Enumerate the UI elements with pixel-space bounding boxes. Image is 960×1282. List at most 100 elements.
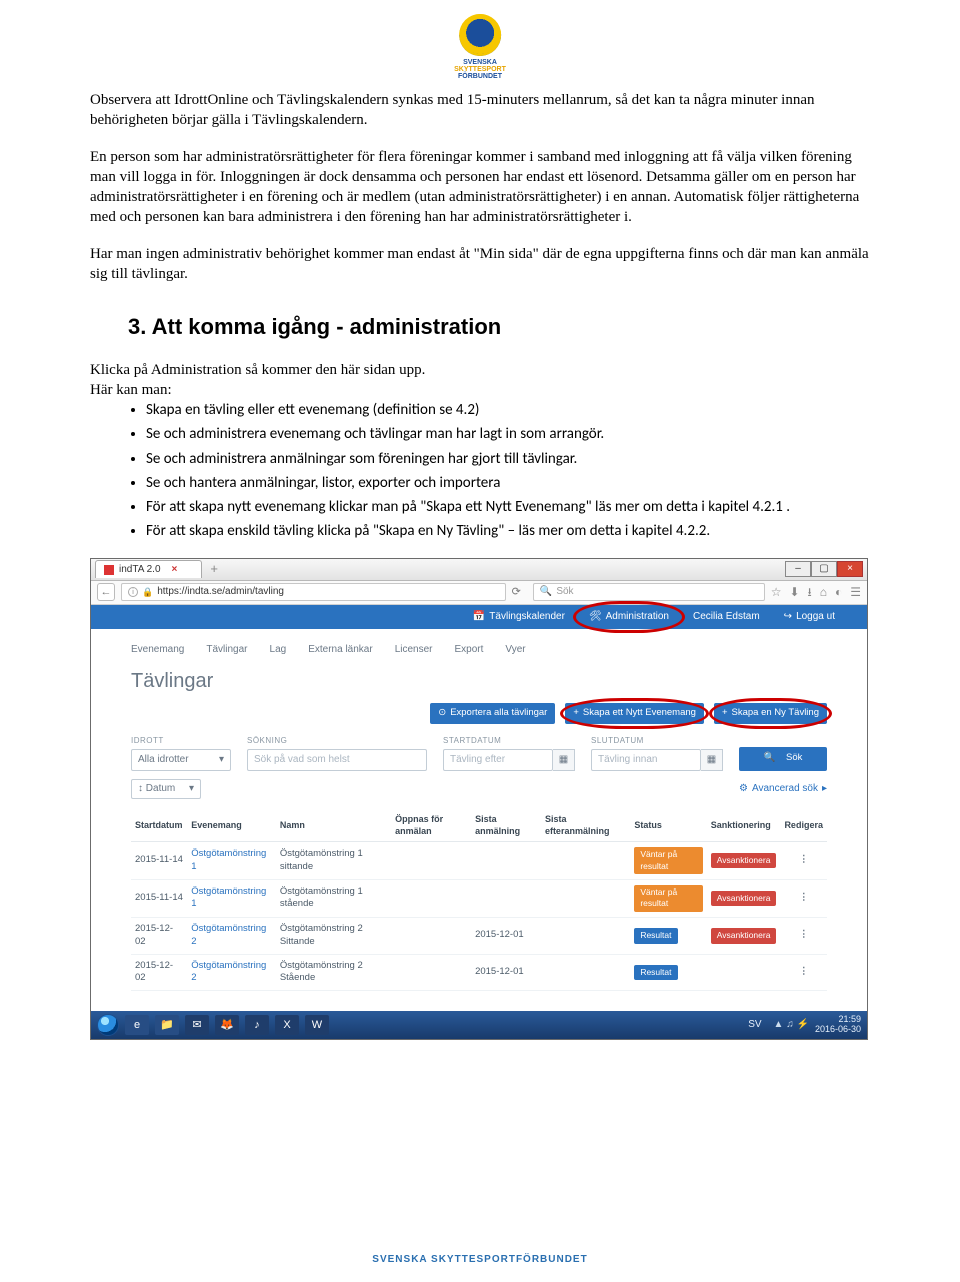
end-date-input[interactable]: Tävling innan (591, 749, 701, 771)
th-namn[interactable]: Namn (276, 809, 391, 842)
lock-icon: 🔒 (142, 586, 153, 598)
tab-close-icon[interactable]: × (172, 563, 178, 577)
th-status[interactable]: Status (630, 809, 706, 842)
nav-item[interactable]: Evenemang (131, 643, 184, 657)
th-oppnas[interactable]: Öppnas för anmälan (391, 809, 471, 842)
home-icon[interactable]: ⌂ (820, 584, 827, 600)
back-button[interactable]: ← (97, 583, 115, 601)
toolbar-icons: ☆ ⬇ ⭳ ⌂ ◐ ☰ (771, 584, 861, 600)
row-menu-button[interactable]: ⋮ (780, 954, 827, 991)
taskbar-icon-word[interactable]: W (305, 1015, 329, 1035)
list-item: Se och administrera evenemang och tävlin… (146, 424, 870, 444)
list-item: Se och hantera anmälningar, listor, expo… (146, 473, 870, 493)
close-button[interactable]: × (837, 561, 863, 577)
start-date-input[interactable]: Tävling efter (443, 749, 553, 771)
create-competition-button[interactable]: +Skapa en Ny Tävling (714, 703, 827, 724)
th-startdatum[interactable]: Startdatum (131, 809, 187, 842)
cell-status: Resultat (630, 917, 706, 954)
cell-sank[interactable]: Avsanktionera (707, 842, 781, 880)
table-row: 2015-12-02 Östgötamönstring 2 Östgötamön… (131, 917, 827, 954)
th-sanktionering[interactable]: Sanktionering (707, 809, 781, 842)
advanced-search-link[interactable]: ⚙Avancerad sök ▸ (739, 782, 827, 796)
nav-logout[interactable]: ↪ Logga ut (772, 605, 847, 629)
calendar-icon[interactable]: ▦ (553, 749, 575, 771)
taskbar-icon-firefox[interactable]: 🦊 (215, 1015, 239, 1035)
cell-open (391, 842, 471, 880)
new-tab-button[interactable]: + (210, 560, 218, 578)
logout-icon: ↪ (784, 610, 792, 624)
nav-item[interactable]: Externa länkar (308, 643, 372, 657)
cell-last (471, 880, 541, 918)
cell-event[interactable]: Östgötamönstring 2 (187, 917, 276, 954)
section-heading-3: 3. Att komma igång - administration (128, 312, 870, 342)
taskbar-icon-itunes[interactable]: ♪ (245, 1015, 269, 1035)
language-indicator[interactable]: SV (748, 1018, 761, 1032)
menu-icon[interactable]: ☰ (850, 584, 861, 600)
refresh-button[interactable]: ⟳ (512, 585, 521, 600)
start-orb[interactable] (97, 1014, 119, 1036)
minimize-button[interactable]: – (785, 561, 811, 577)
taskbar-icon-explorer[interactable]: 📁 (155, 1015, 179, 1035)
cell-sank[interactable]: Avsanktionera (707, 917, 781, 954)
taskbar-clock[interactable]: 21:59 2016-06-30 (815, 1015, 861, 1035)
cell-date: 2015-12-02 (131, 917, 187, 954)
th-redigera[interactable]: Redigera (780, 809, 827, 842)
row-menu-button[interactable]: ⋮ (780, 917, 827, 954)
cell-sank[interactable] (707, 954, 781, 991)
maximize-button[interactable]: ▢ (811, 561, 837, 577)
taskbar-icon-ie[interactable]: e (125, 1015, 149, 1035)
nav-item[interactable]: Tävlingar (206, 643, 247, 657)
list-item: För att skapa nytt evenemang klickar man… (146, 497, 870, 517)
export-all-button[interactable]: ⊙Exportera alla tävlingar (430, 703, 555, 724)
logo-emblem: SVENSKA SKYTTESPORT FÖRBUNDET (454, 14, 506, 80)
filter-label-idrott: IDROTT (131, 736, 231, 747)
nav-item[interactable]: Licenser (395, 643, 433, 657)
site-top-nav: 📅 Tävlingskalender 🛠 Administration Ceci… (91, 605, 867, 629)
paragraph-3: Har man ingen administrativ behörighet k… (90, 244, 870, 285)
taskbar-icon-outlook[interactable]: ✉ (185, 1015, 209, 1035)
search-input[interactable]: Sök på vad som helst (247, 749, 427, 771)
sok-button[interactable]: 🔍 Sök (739, 747, 827, 771)
paragraph-1: Observera att IdrottOnline och Tävlingsk… (90, 90, 870, 131)
nav-tavlingskalender[interactable]: 📅 Tävlingskalender (461, 605, 577, 629)
chevron-down-icon: ▾ (189, 782, 194, 796)
th-sista-efter[interactable]: Sista efteranmälning (541, 809, 630, 842)
nav-item[interactable]: Lag (270, 643, 287, 657)
competitions-table: Startdatum Evenemang Namn Öppnas för anm… (131, 809, 827, 991)
cell-name: Östgötamönstring 1 stående (276, 880, 391, 918)
footer-brand: SVENSKA SKYTTESPORTFÖRBUNDET (372, 1253, 587, 1267)
page-content: Evenemang Tävlingar Lag Externa länkar L… (91, 629, 867, 1012)
cell-event[interactable]: Östgötamönstring 1 (187, 842, 276, 880)
taskbar-icon-excel[interactable]: X (275, 1015, 299, 1035)
download-icon[interactable]: ⭳ (808, 584, 812, 600)
star-icon[interactable]: ☆ (771, 584, 782, 600)
browser-tab[interactable]: indTA 2.0 × (95, 560, 202, 578)
cell-event[interactable]: Östgötamönstring 1 (187, 880, 276, 918)
pocket-icon[interactable]: ⬇ (789, 584, 799, 600)
red-highlight-ring (560, 698, 709, 729)
download-icon: ⊙ (438, 707, 446, 720)
row-menu-button[interactable]: ⋮ (780, 842, 827, 880)
nav-administration[interactable]: 🛠 Administration (577, 605, 681, 629)
calendar-icon[interactable]: ▦ (701, 749, 723, 771)
nav-item[interactable]: Export (455, 643, 484, 657)
nav-item[interactable]: Vyer (505, 643, 525, 657)
idrott-select[interactable]: Alla idrotter▾ (131, 749, 231, 771)
url-bar[interactable]: i 🔒 https://indta.se/admin/tavling (121, 583, 506, 601)
cell-name: Östgötamönstring 1 sittande (276, 842, 391, 880)
th-evenemang[interactable]: Evenemang (187, 809, 276, 842)
tray-icon[interactable]: ▲ ♫ ⚡ (774, 1018, 809, 1032)
th-sista-anm[interactable]: Sista anmälning (471, 809, 541, 842)
sort-select[interactable]: ↕ Datum▾ (131, 779, 201, 799)
cell-date: 2015-11-14 (131, 842, 187, 880)
cell-event[interactable]: Östgötamönstring 2 (187, 954, 276, 991)
browser-search-box[interactable]: 🔍 Sök (533, 583, 765, 601)
row-menu-button[interactable]: ⋮ (780, 880, 827, 918)
cell-sank[interactable]: Avsanktionera (707, 880, 781, 918)
history-icon[interactable]: ◐ (835, 584, 842, 600)
nav-user[interactable]: Cecilia Edstam (681, 605, 772, 629)
create-event-button[interactable]: +Skapa ett Nytt Evenemang (565, 703, 704, 724)
filter-label-slutdatum: SLUTDATUM (591, 736, 723, 747)
search-placeholder: Sök (556, 585, 573, 599)
cell-status: Väntar på resultat (630, 842, 706, 880)
